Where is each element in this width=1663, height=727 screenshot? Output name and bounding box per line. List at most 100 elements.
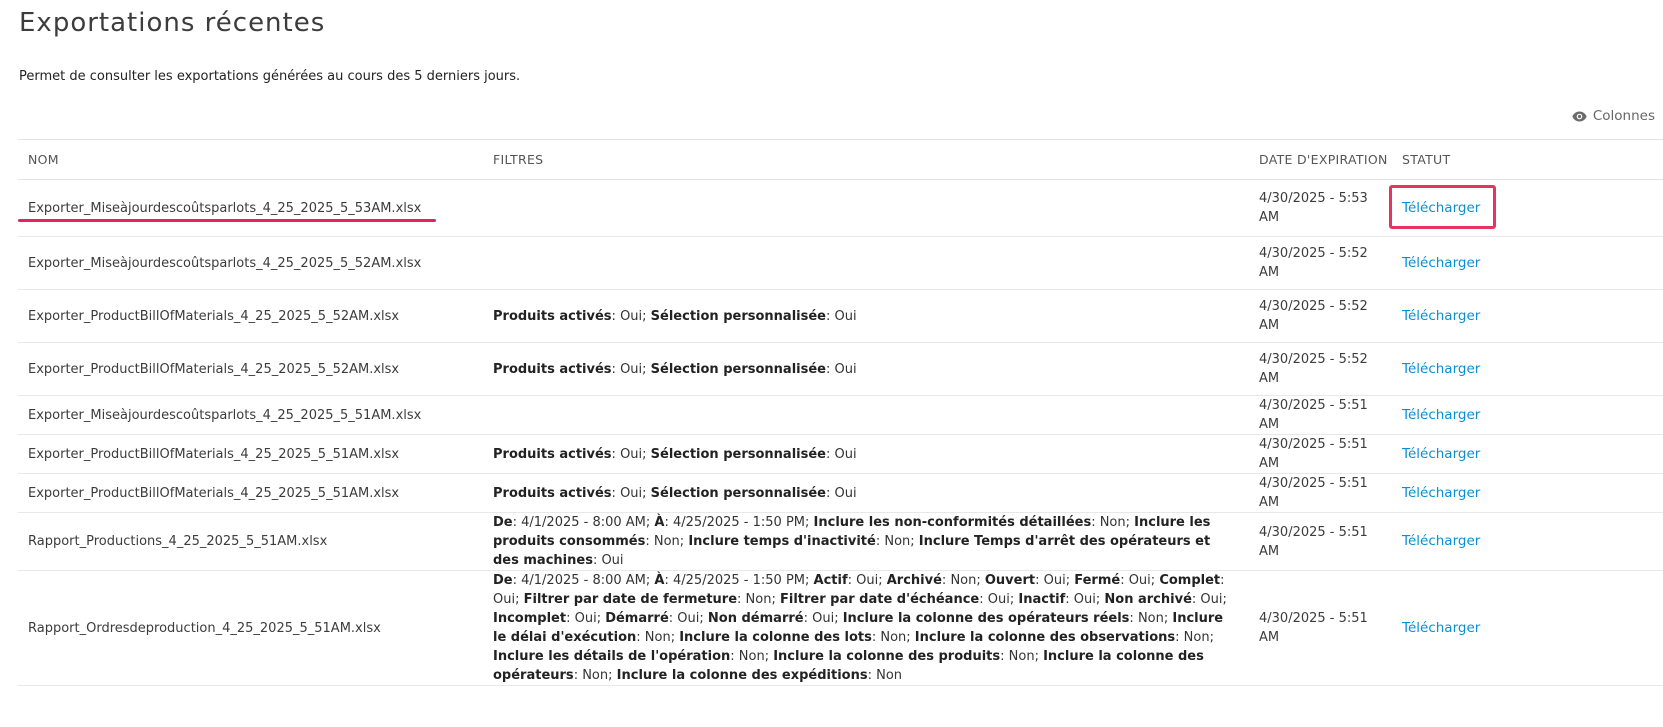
table-row: Exporter_ProductBillOfMaterials_4_25_202… (18, 289, 1663, 343)
filter-value: Oui (1128, 573, 1151, 588)
column-header-expiration[interactable]: DATE D'EXPIRATION (1249, 139, 1392, 180)
table-row: Exporter_ProductBillOfMaterials_4_25_202… (18, 342, 1663, 396)
status-cell: Télécharger (1392, 395, 1663, 435)
filter-label: De (493, 573, 513, 588)
table-row: Rapport_Productions_4_25_2025_5_51AM.xls… (18, 512, 1663, 571)
filter-value: Oui (620, 446, 643, 462)
export-filters: Produits activés: Oui; Sélection personn… (483, 473, 1249, 513)
export-file-name: Exporter_ProductBillOfMaterials_4_25_202… (18, 434, 483, 474)
download-link[interactable]: Télécharger (1402, 533, 1480, 549)
page-subtitle: Permet de consulter les exportations gén… (19, 69, 521, 84)
status-cell: Télécharger (1392, 512, 1663, 571)
download-link[interactable]: Télécharger (1402, 407, 1480, 423)
filter-label: Produits activés (493, 361, 612, 377)
filter-value: Oui (812, 611, 835, 626)
filter-value: Oui (1073, 592, 1096, 607)
status-cell: Télécharger (1392, 236, 1663, 290)
export-file-name: Exporter_ProductBillOfMaterials_4_25_202… (18, 342, 483, 396)
column-header-status[interactable]: STATUT (1392, 139, 1663, 180)
export-file-name: Exporter_Miseàjourdescoûtsparlots_4_25_2… (18, 236, 483, 290)
table-row: Rapport_Ordresdeproduction_4_25_2025_5_5… (18, 570, 1663, 686)
filter-label: Sélection personnalisée (650, 361, 826, 377)
export-filters (483, 236, 1249, 290)
export-filters: Produits activés: Oui; Sélection personn… (483, 342, 1249, 396)
download-link[interactable]: Télécharger (1402, 255, 1480, 271)
filter-value: Non (582, 668, 609, 683)
download-link[interactable]: Télécharger (1402, 620, 1480, 636)
filter-label: Inclure temps d'inactivité (688, 534, 876, 549)
status-cell: Télécharger (1392, 342, 1663, 396)
filter-value: Non (745, 592, 772, 607)
filter-label: Produits activés (493, 485, 612, 501)
status-cell: Télécharger (1392, 473, 1663, 513)
filter-label: Incomplet (493, 611, 567, 626)
column-header-filters[interactable]: FILTRES (483, 139, 1249, 180)
table-header-row: NOM FILTRES DATE D'EXPIRATION STATUT (18, 139, 1663, 180)
page-title: Exportations récentes (19, 8, 326, 38)
filter-value: Non (644, 630, 671, 645)
filter-value: Non (738, 649, 765, 664)
expiration-date: 4/30/2025 - 5:52 AM (1249, 236, 1392, 290)
filter-label: Sélection personnalisée (650, 446, 826, 462)
status-cell: Télécharger (1392, 570, 1663, 686)
export-file-name: Exporter_ProductBillOfMaterials_4_25_202… (18, 289, 483, 343)
filter-label: Sélection personnalisée (650, 308, 826, 324)
expiration-date: 4/30/2025 - 5:51 AM (1249, 512, 1392, 571)
columns-label: Colonnes (1592, 108, 1655, 124)
filter-label: Inclure les non-conformités détaillées (813, 515, 1092, 530)
expiration-date: 4/30/2025 - 5:51 AM (1249, 395, 1392, 435)
filter-label: Produits activés (493, 308, 612, 324)
filter-value: 4/25/2025 - 1:50 PM (673, 573, 805, 588)
export-filters (483, 179, 1249, 237)
filter-value: Non (884, 534, 911, 549)
filter-value: Oui (1200, 592, 1223, 607)
filter-label: Non démarré (707, 611, 804, 626)
filter-value: Oui (574, 611, 597, 626)
export-filters (483, 395, 1249, 435)
export-filters: De: 4/1/2025 - 8:00 AM; À: 4/25/2025 - 1… (483, 512, 1249, 571)
filter-value: Oui (677, 611, 700, 626)
filter-value: Oui (620, 361, 643, 377)
download-link[interactable]: Télécharger (1402, 485, 1480, 501)
filter-value: Oui (1043, 573, 1066, 588)
status-cell: Télécharger (1392, 289, 1663, 343)
expiration-date: 4/30/2025 - 5:51 AM (1249, 570, 1392, 686)
eye-icon (1572, 111, 1587, 122)
filter-label: Actif (813, 573, 848, 588)
table-row: Exporter_ProductBillOfMaterials_4_25_202… (18, 434, 1663, 474)
column-header-name[interactable]: NOM (18, 139, 483, 180)
filter-value: Oui (856, 573, 879, 588)
filter-label: À (654, 573, 665, 588)
filter-value: Non (880, 630, 907, 645)
expiration-date: 4/30/2025 - 5:51 AM (1249, 434, 1392, 474)
expiration-date: 4/30/2025 - 5:51 AM (1249, 473, 1392, 513)
export-file-name: Exporter_Miseàjourdescoûtsparlots_4_25_2… (18, 395, 483, 435)
filter-label: Inclure la colonne des observations (914, 630, 1176, 645)
filter-label: Inclure les détails de l'opération (493, 649, 731, 664)
filter-label: Filtrer par date de fermeture (523, 592, 738, 607)
table-row: Exporter_Miseàjourdescoûtsparlots_4_25_2… (18, 395, 1663, 435)
filter-value: Non (1008, 649, 1035, 664)
download-link[interactable]: Télécharger (1402, 446, 1480, 462)
filter-value: Non (1183, 630, 1210, 645)
expiration-date: 4/30/2025 - 5:52 AM (1249, 342, 1392, 396)
filter-label: Inactif (1018, 592, 1066, 607)
filter-label: Inclure la colonne des lots (679, 630, 872, 645)
download-link[interactable]: Télécharger (1402, 308, 1480, 324)
filter-label: Filtrer par date d'échéance (779, 592, 980, 607)
table-row: Exporter_ProductBillOfMaterials_4_25_202… (18, 473, 1663, 513)
columns-button[interactable]: Colonnes (1572, 108, 1655, 124)
filter-value: Non (876, 668, 903, 683)
export-file-name: Exporter_Miseàjourdescoûtsparlots_4_25_2… (18, 179, 483, 237)
filter-value: Oui (620, 308, 643, 324)
export-filters: Produits activés: Oui; Sélection personn… (483, 289, 1249, 343)
filter-label: Archivé (886, 573, 942, 588)
table-row: Exporter_Miseàjourdescoûtsparlots_4_25_2… (18, 236, 1663, 290)
filter-value: Oui (987, 592, 1010, 607)
filter-label: Inclure la colonne des produits (773, 649, 1001, 664)
annotation-highlight-box (1389, 185, 1496, 229)
export-file-name: Exporter_ProductBillOfMaterials_4_25_202… (18, 473, 483, 513)
download-link[interactable]: Télécharger (1402, 361, 1480, 377)
filter-label: Ouvert (984, 573, 1036, 588)
filter-value: Non (950, 573, 977, 588)
